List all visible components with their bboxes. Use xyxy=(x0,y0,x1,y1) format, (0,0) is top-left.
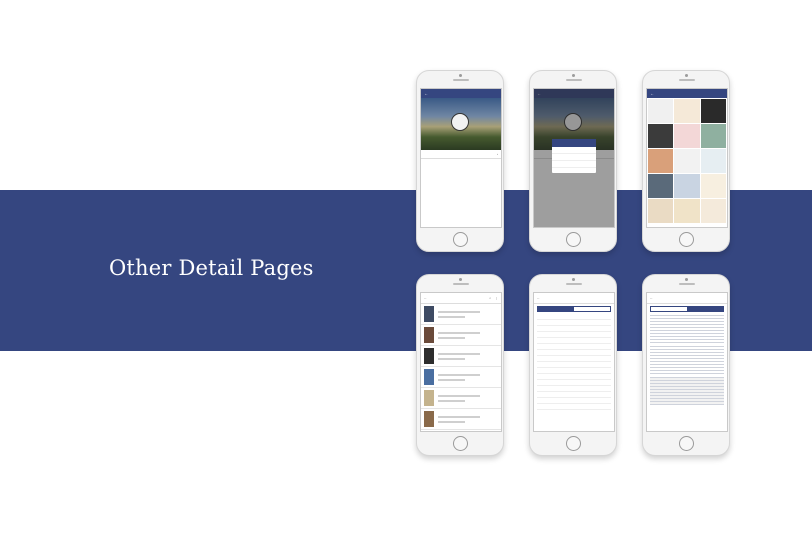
grid-image[interactable] xyxy=(700,99,726,123)
back-arrow-icon[interactable]: ← xyxy=(424,296,427,300)
book-cover xyxy=(424,327,434,343)
cover-photo xyxy=(421,98,501,150)
list-item[interactable] xyxy=(421,346,501,367)
grid-image[interactable] xyxy=(648,174,674,198)
grid-image[interactable] xyxy=(674,124,700,148)
chevron-right-icon: › xyxy=(497,152,498,156)
grid-image[interactable] xyxy=(700,149,726,173)
avatar xyxy=(451,113,469,131)
tab-second[interactable] xyxy=(573,306,611,312)
book-cover xyxy=(424,369,434,385)
profile-screen: ← › xyxy=(420,88,502,228)
image-grid xyxy=(647,98,727,224)
top-bar: ← xyxy=(647,89,727,98)
phone-mockup-gallery: ← xyxy=(642,70,730,252)
list-item[interactable] xyxy=(421,388,501,409)
top-bar: ← xyxy=(647,293,727,304)
popup-menu xyxy=(552,139,596,173)
phone-mockup-text-detail: ← xyxy=(642,274,730,456)
home-button xyxy=(566,232,581,247)
home-button xyxy=(566,436,581,451)
back-arrow-icon[interactable]: ← xyxy=(650,91,654,96)
phone-mockup-book-list: ← ⌕ ⋮ xyxy=(416,274,504,456)
back-arrow-icon[interactable]: ← xyxy=(650,296,653,300)
tab-first[interactable] xyxy=(537,306,573,312)
grid-image[interactable] xyxy=(674,199,700,223)
text-paragraph xyxy=(650,315,724,343)
list-item[interactable] xyxy=(537,404,611,410)
popup-header xyxy=(552,139,596,147)
home-button xyxy=(679,232,694,247)
book-list-screen: ← ⌕ ⋮ xyxy=(420,292,502,432)
popup-option[interactable] xyxy=(552,154,596,161)
grid-image[interactable] xyxy=(648,149,674,173)
home-button xyxy=(679,436,694,451)
grid-image[interactable] xyxy=(700,199,726,223)
grid-image[interactable] xyxy=(674,174,700,198)
phone-mockup-table-of-contents: ← xyxy=(529,274,617,456)
tab-second[interactable] xyxy=(688,306,724,312)
grid-image[interactable] xyxy=(648,99,674,123)
list-item[interactable] xyxy=(421,409,501,430)
text-paragraph xyxy=(650,346,724,374)
text-paragraph xyxy=(650,377,724,405)
more-icon[interactable]: ⋮ xyxy=(495,296,498,300)
top-bar: ← xyxy=(421,89,501,98)
list-item[interactable]: › xyxy=(421,150,501,159)
list-item[interactable] xyxy=(421,325,501,346)
book-cover xyxy=(424,411,434,427)
contents-screen: ← xyxy=(533,292,615,432)
tab-first[interactable] xyxy=(650,306,688,312)
back-arrow-icon[interactable]: ← xyxy=(424,91,428,96)
book-cover xyxy=(424,348,434,364)
phone-mockup-profile: ← › xyxy=(416,70,504,252)
search-icon[interactable]: ⌕ xyxy=(489,296,491,300)
search-bar[interactable]: ← ⌕ ⋮ xyxy=(421,293,501,304)
popup-screen: ← xyxy=(533,88,615,228)
list-item[interactable] xyxy=(421,367,501,388)
popup-option[interactable] xyxy=(552,147,596,154)
grid-image[interactable] xyxy=(700,174,726,198)
text-detail-screen: ← xyxy=(646,292,728,432)
top-bar: ← xyxy=(534,293,614,304)
gallery-screen: ← xyxy=(646,88,728,228)
book-cover xyxy=(424,390,434,406)
home-button xyxy=(453,436,468,451)
grid-image[interactable] xyxy=(648,199,674,223)
tab-bar xyxy=(650,306,724,312)
popup-option[interactable] xyxy=(552,161,596,168)
book-cover xyxy=(424,306,434,322)
grid-image[interactable] xyxy=(674,99,700,123)
grid-image[interactable] xyxy=(674,149,700,173)
grid-image[interactable] xyxy=(648,124,674,148)
grid-image[interactable] xyxy=(700,124,726,148)
back-arrow-icon[interactable]: ← xyxy=(537,296,540,300)
phone-mockup-popup: ← xyxy=(529,70,617,252)
home-button xyxy=(453,232,468,247)
list-item[interactable] xyxy=(421,304,501,325)
tab-bar xyxy=(537,306,611,312)
section-heading: Other Detail Pages xyxy=(109,256,314,280)
